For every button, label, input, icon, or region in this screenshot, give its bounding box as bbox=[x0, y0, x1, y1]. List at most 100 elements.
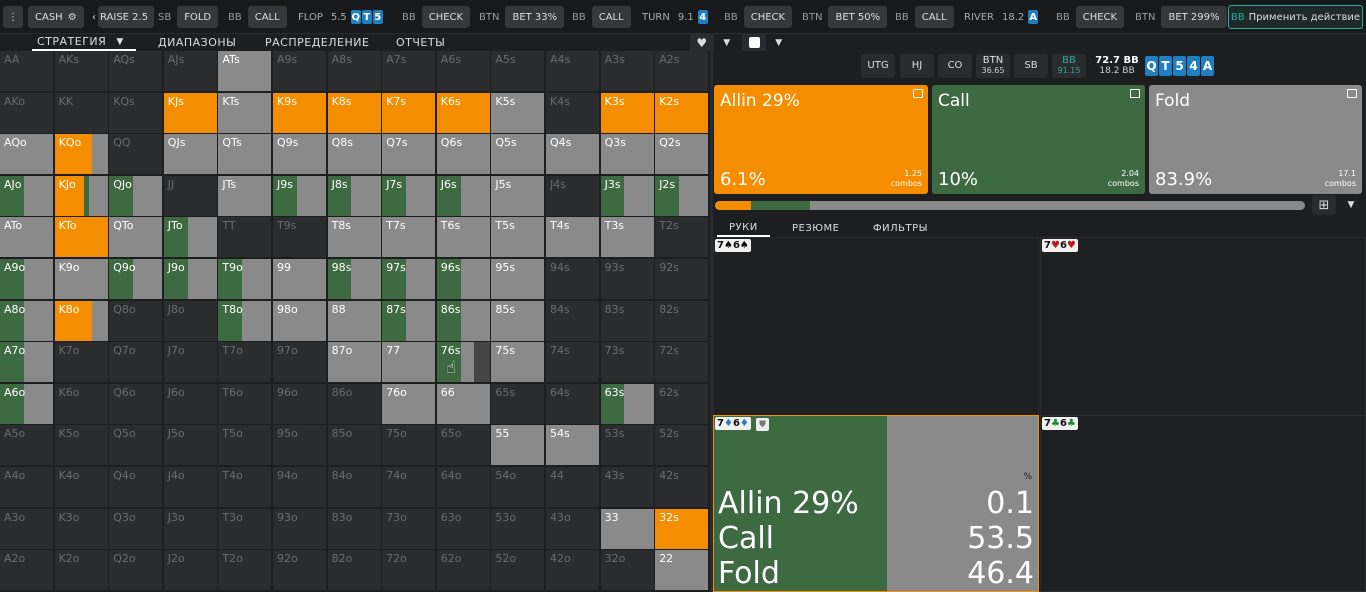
hand-cell[interactable]: QJs bbox=[163, 134, 218, 176]
hand-cell[interactable]: K9s bbox=[273, 92, 327, 134]
hand-cell[interactable]: K8o bbox=[54, 300, 109, 342]
hand-cell[interactable]: K9o bbox=[54, 259, 109, 300]
hand-cell[interactable]: 74s bbox=[546, 342, 600, 384]
grid-view-icon[interactable]: ⊞ bbox=[1312, 195, 1336, 215]
hand-cell[interactable]: A8s bbox=[327, 51, 382, 92]
heart-icon[interactable]: ♥ bbox=[690, 34, 714, 51]
hand-cell[interactable]: 87s bbox=[382, 300, 437, 342]
hand-cell[interactable]: JTo bbox=[163, 217, 218, 259]
hand-cell[interactable]: Q2s bbox=[655, 134, 710, 176]
hand-cell[interactable]: A7s bbox=[382, 51, 437, 92]
hand-cell[interactable]: 44 bbox=[546, 467, 600, 508]
hand-cell[interactable]: 54s bbox=[546, 425, 600, 467]
hand-cell[interactable]: ATo bbox=[0, 217, 54, 259]
hand-cell[interactable]: 72o bbox=[382, 550, 437, 592]
hand-cell[interactable]: K6o bbox=[54, 383, 109, 425]
hand-cell[interactable]: Q7o bbox=[109, 342, 164, 384]
hand-cell[interactable]: K6s bbox=[436, 92, 491, 134]
hand-cell[interactable]: 43s bbox=[600, 467, 655, 508]
hand-cell[interactable]: J5o bbox=[163, 425, 218, 467]
hand-cell[interactable]: A3o bbox=[0, 508, 54, 550]
hand-cell[interactable]: 76o bbox=[382, 383, 437, 425]
hand-cell[interactable]: Q5o bbox=[109, 425, 164, 467]
hand-cell[interactable]: 32o bbox=[600, 550, 655, 592]
hand-cell[interactable]: A2s bbox=[655, 51, 710, 92]
hand-cell[interactable]: Q3s bbox=[600, 134, 655, 176]
combo-cell-diamonds[interactable]: 7 ♦ 6 ♦ ⛊ % Allin 29% Call Fold 0.1 53.5 46… bbox=[713, 415, 1039, 592]
position-btn[interactable]: BTN 36.65 bbox=[976, 54, 1010, 78]
hand-cell[interactable]: 86o bbox=[327, 383, 382, 425]
hand-cell[interactable]: T2o bbox=[218, 550, 273, 592]
hand-cell[interactable]: QJo bbox=[109, 175, 164, 217]
hand-cell[interactable]: 84o bbox=[327, 467, 382, 508]
hand-cell[interactable]: 33 bbox=[600, 508, 655, 550]
hand-cell[interactable]: JJ bbox=[163, 175, 218, 217]
hand-cell[interactable]: Q5s bbox=[491, 134, 546, 176]
hand-cell[interactable]: J5s bbox=[491, 175, 546, 217]
hand-cell[interactable]: Q2o bbox=[109, 550, 164, 592]
action-button[interactable]: BET 33% bbox=[505, 6, 565, 28]
hand-cell[interactable]: J9s bbox=[273, 175, 327, 217]
back-chevron-icon[interactable]: ‹ bbox=[92, 12, 96, 23]
hand-cell[interactable]: J6o bbox=[163, 383, 218, 425]
chevron-down-icon[interactable]: ▼ bbox=[768, 34, 790, 51]
hand-cell[interactable]: K2s bbox=[655, 92, 710, 134]
action-button[interactable]: CALL bbox=[914, 6, 954, 28]
hand-cell[interactable]: J3o bbox=[163, 508, 218, 550]
hand-cell[interactable]: 63o bbox=[436, 508, 491, 550]
action-box-call[interactable]: Call 10% 2.04 combos bbox=[932, 85, 1145, 194]
hand-cell[interactable]: 73s bbox=[600, 342, 655, 384]
hand-cell[interactable]: 94o bbox=[273, 467, 327, 508]
action-button[interactable]: RAISE 2.5 bbox=[98, 6, 155, 28]
preflop-call-action[interactable]: BB CALL bbox=[222, 6, 287, 28]
hand-cell[interactable]: AKo bbox=[0, 92, 54, 134]
hand-cell[interactable]: 75s bbox=[491, 342, 546, 384]
hand-cell[interactable]: A8o bbox=[0, 300, 54, 342]
hand-cell[interactable]: 42o bbox=[546, 550, 600, 592]
hand-cell[interactable]: T7o bbox=[218, 342, 273, 384]
hand-cell[interactable]: 64o bbox=[436, 467, 491, 508]
hand-cell[interactable]: AJo bbox=[0, 175, 54, 217]
position-utg[interactable]: UTG bbox=[861, 54, 895, 78]
hand-cell[interactable]: T6o bbox=[218, 383, 273, 425]
hand-cell[interactable]: 52s bbox=[655, 425, 710, 467]
hand-cell[interactable]: A7o bbox=[0, 342, 54, 384]
hand-cell[interactable]: 72s bbox=[655, 342, 710, 384]
hand-cell[interactable]: 99 bbox=[273, 259, 327, 300]
hand-cell[interactable]: J7o bbox=[163, 342, 218, 384]
tab-filters[interactable]: ФИЛЬТРЫ bbox=[873, 220, 928, 237]
hand-cell[interactable]: 88 bbox=[327, 300, 382, 342]
position-bb[interactable]: BB 91.15 bbox=[1052, 54, 1086, 78]
hand-cell[interactable]: Q4o bbox=[109, 467, 164, 508]
turn-bet-action[interactable]: BTN BET 50% bbox=[796, 6, 888, 28]
action-button[interactable]: CALL bbox=[247, 6, 287, 28]
position-sb[interactable]: SB bbox=[1014, 54, 1048, 78]
action-box-allin[interactable]: Allin 29% 6.1% 1.25 combos bbox=[714, 85, 928, 194]
hand-cell[interactable]: QTs bbox=[218, 134, 273, 176]
hand-cell[interactable]: AQs bbox=[109, 51, 164, 92]
hand-cell[interactable]: A6s bbox=[436, 51, 491, 92]
chevron-down-icon[interactable]: ▼ bbox=[116, 37, 123, 47]
hand-cell[interactable]: 85s bbox=[491, 300, 546, 342]
tab-reports[interactable]: ОТЧЕТЫ bbox=[396, 34, 445, 51]
hand-cell[interactable]: K7o bbox=[54, 342, 109, 384]
hand-cell[interactable]: Q9s bbox=[273, 134, 327, 176]
hand-cell[interactable]: 97s bbox=[382, 259, 437, 300]
hand-cell[interactable]: 74o bbox=[382, 467, 437, 508]
action-button[interactable]: BET 299% bbox=[1161, 6, 1227, 28]
combo-cell-hearts[interactable]: 7 ♥ 6 ♥ bbox=[1040, 237, 1366, 416]
action-button[interactable]: CHECK bbox=[1075, 6, 1125, 28]
hand-cell[interactable]: 76s bbox=[436, 342, 491, 384]
hand-cell[interactable]: T6s bbox=[436, 217, 491, 259]
flop-call-action[interactable]: BB CALL bbox=[566, 6, 631, 28]
hand-cell[interactable]: KJs bbox=[163, 92, 218, 134]
hand-cell[interactable]: T4s bbox=[546, 217, 600, 259]
combo-cell-clubs[interactable]: 7 ♣ 6 ♣ bbox=[1040, 415, 1366, 592]
action-button[interactable]: FOLD bbox=[177, 6, 219, 28]
hand-cell[interactable]: 96s bbox=[436, 259, 491, 300]
hand-cell[interactable]: 55 bbox=[491, 425, 546, 467]
hand-cell[interactable]: T3s bbox=[600, 217, 655, 259]
hand-cell[interactable]: ATs bbox=[218, 51, 273, 92]
hand-cell[interactable]: 92o bbox=[273, 550, 327, 592]
river-street[interactable]: RIVER 18.2 A bbox=[960, 6, 1039, 28]
